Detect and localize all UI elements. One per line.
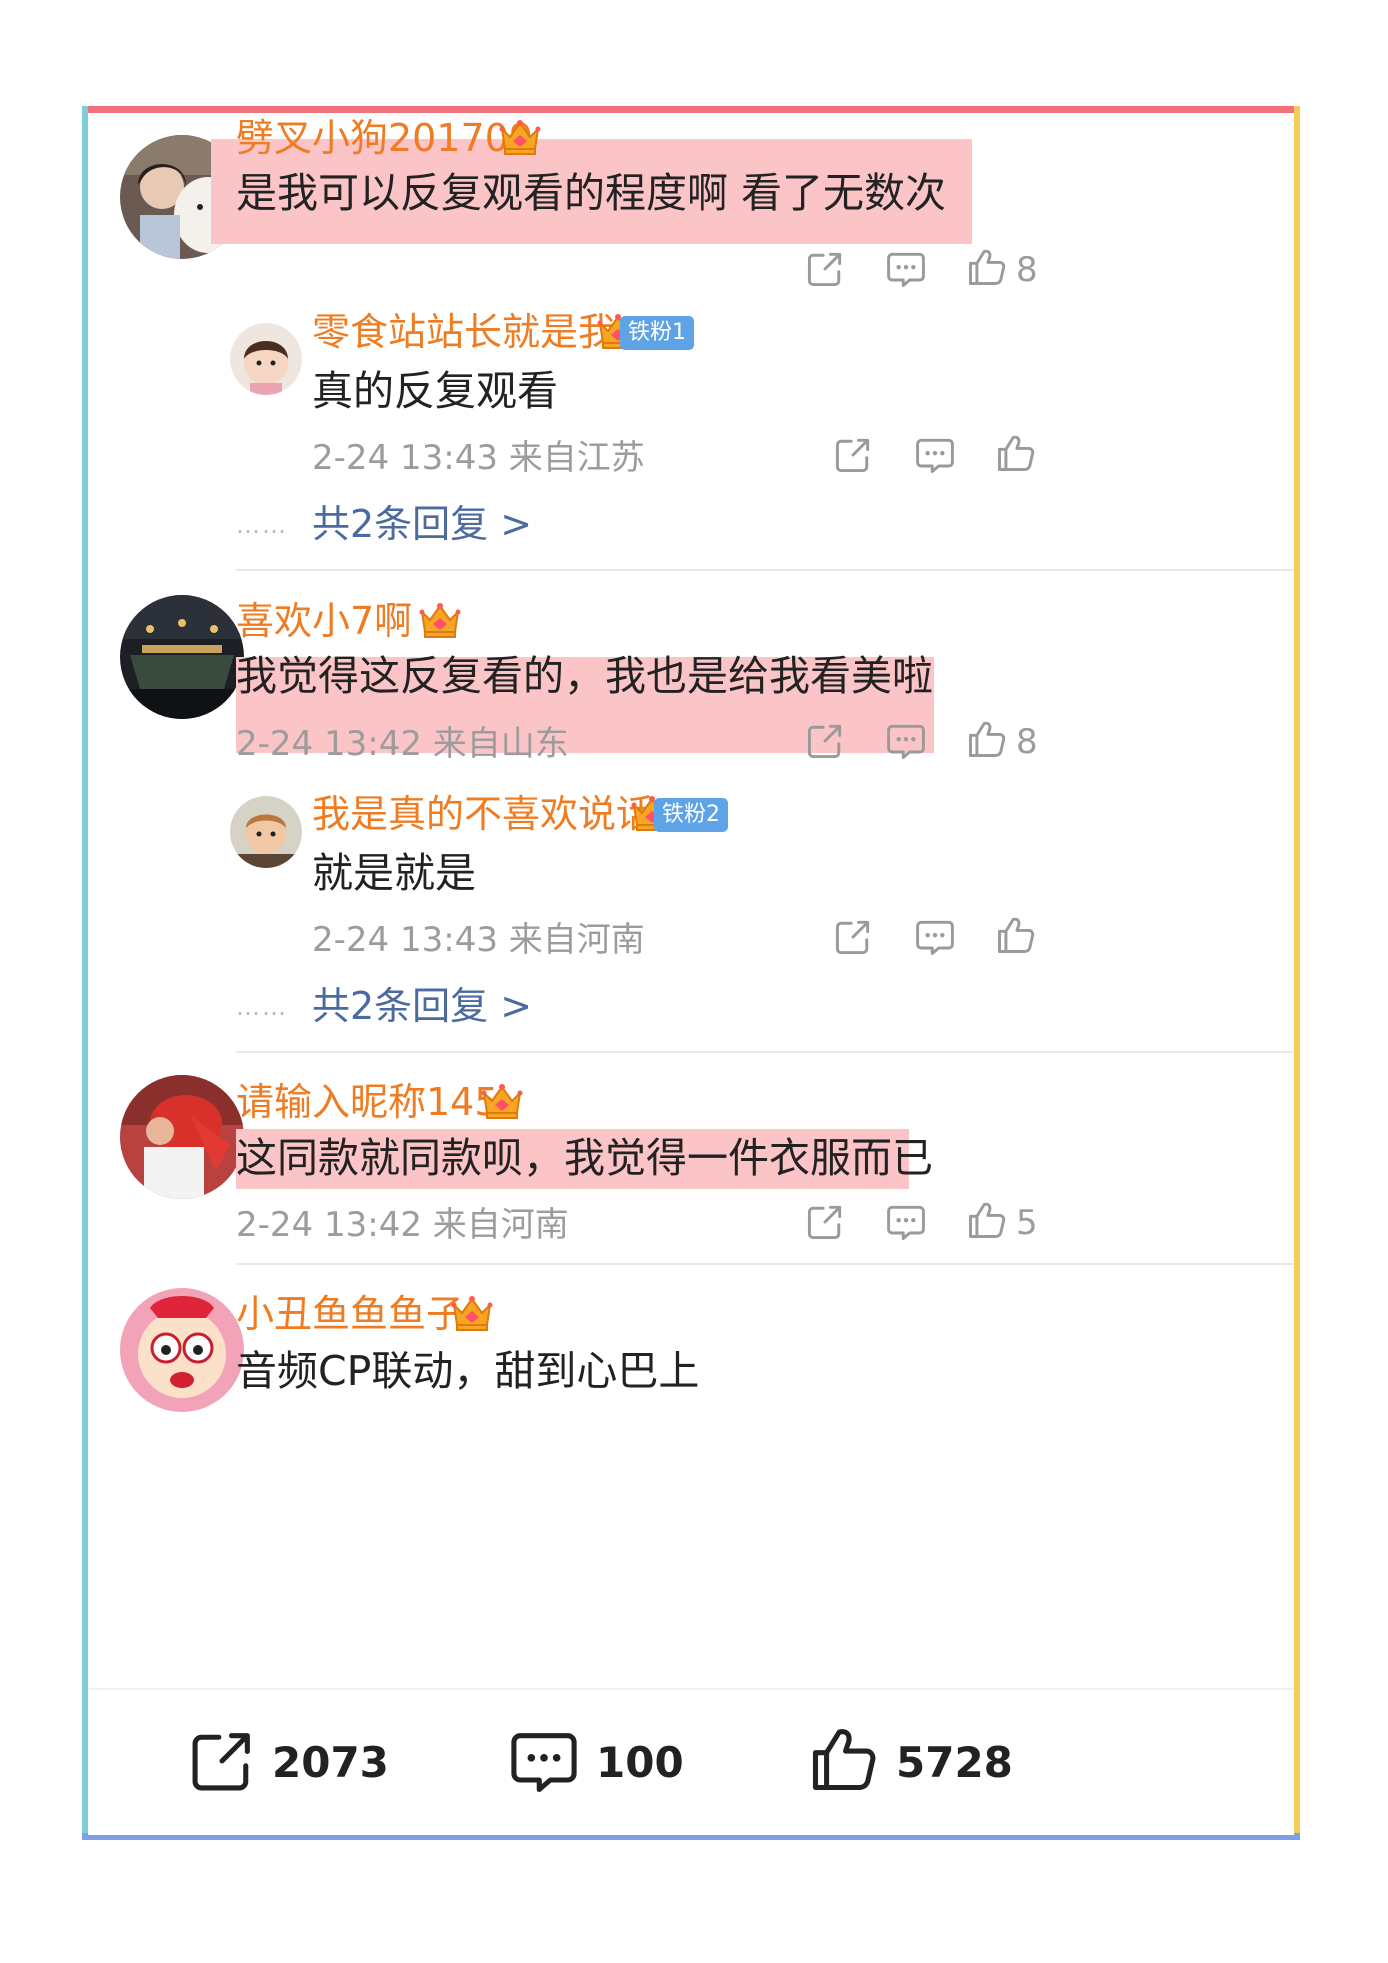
reply-meta: 2-24 13:43 来自江苏 <box>312 438 645 478</box>
comment-list: 劈叉小狗201709 是我可以反复观看的程度啊 看了无数次 8 零食站站长就是我… <box>88 113 1294 1687</box>
reply-dots: …… <box>236 993 288 1021</box>
reply-text: 就是就是 <box>312 849 476 897</box>
share-icon[interactable] <box>831 433 875 477</box>
divider <box>236 1051 1294 1053</box>
fan-badge: 铁粉1 <box>620 316 694 350</box>
comment-icon[interactable] <box>913 915 957 959</box>
divider <box>236 1263 1294 1265</box>
comment-icon[interactable] <box>884 247 928 291</box>
comment-icon[interactable] <box>506 1723 582 1799</box>
comment-meta: 2-24 13:42 来自山东 <box>236 724 569 764</box>
comment-username[interactable]: 劈叉小狗201709 <box>236 119 533 157</box>
reply-avatar[interactable] <box>230 796 302 868</box>
like-count: 5 <box>1016 1203 1038 1243</box>
reply-text: 真的反复观看 <box>312 367 558 415</box>
comment-icon[interactable] <box>913 433 957 477</box>
like-icon[interactable] <box>994 913 1038 957</box>
like-icon[interactable] <box>965 717 1009 761</box>
comment-icon[interactable] <box>884 719 928 763</box>
border-right <box>1294 106 1300 1840</box>
like-count: 8 <box>1016 250 1038 290</box>
comment-panel: 劈叉小狗201709 是我可以反复观看的程度啊 看了无数次 8 零食站站长就是我… <box>82 106 1300 1840</box>
reply-meta: 2-24 13:43 来自河南 <box>312 920 645 960</box>
reply-avatar[interactable] <box>230 323 302 395</box>
comment-icon[interactable] <box>884 1200 928 1244</box>
like-count: 8 <box>1016 722 1038 762</box>
avatar[interactable] <box>120 1075 244 1199</box>
avatar[interactable] <box>120 595 244 719</box>
avatar[interactable] <box>120 1288 244 1412</box>
share-icon[interactable] <box>803 247 847 291</box>
border-top <box>82 106 1300 113</box>
comment-username[interactable]: 请输入昵称145 <box>236 1083 499 1121</box>
like-icon[interactable] <box>965 245 1009 289</box>
like-icon[interactable] <box>965 1198 1009 1242</box>
share-icon[interactable] <box>803 1200 847 1244</box>
like-count[interactable]: 5728 <box>896 1742 1013 1784</box>
crown-icon <box>498 117 542 157</box>
comment-text: 这同款就同款呗，我觉得一件衣服而已 <box>236 1134 933 1182</box>
reply-username[interactable]: 零食站站长就是我 <box>312 313 616 351</box>
share-icon[interactable] <box>831 915 875 959</box>
share-icon[interactable] <box>803 719 847 763</box>
crown-icon <box>450 1293 494 1333</box>
bottom-action-bar: 2073 100 5728 <box>88 1688 1294 1835</box>
reply-username[interactable]: 我是真的不喜欢说话 <box>312 795 654 833</box>
like-icon[interactable] <box>806 1721 882 1797</box>
fan-badge: 铁粉2 <box>654 798 728 832</box>
comment-username[interactable]: 小丑鱼鱼鱼子 <box>236 1295 464 1333</box>
share-count[interactable]: 2073 <box>272 1742 389 1784</box>
view-replies-link[interactable]: 共2条回复 > <box>312 987 532 1025</box>
comment-username[interactable]: 喜欢小7啊 <box>236 602 412 640</box>
crown-icon <box>418 600 462 640</box>
divider <box>236 569 1294 571</box>
like-icon[interactable] <box>994 431 1038 475</box>
comment-text: 我觉得这反复看的，我也是给我看美啦 <box>236 652 933 700</box>
comment-count[interactable]: 100 <box>596 1742 684 1784</box>
view-replies-link[interactable]: 共2条回复 > <box>312 505 532 543</box>
comment-text: 是我可以反复观看的程度啊 看了无数次 <box>236 169 947 217</box>
reply-dots: …… <box>236 511 288 539</box>
comment-meta: 2-24 13:42 来自河南 <box>236 1205 569 1245</box>
crown-icon <box>480 1081 524 1121</box>
comment-text: 音频CP联动，甜到心巴上 <box>236 1347 700 1395</box>
share-icon[interactable] <box>184 1723 260 1799</box>
